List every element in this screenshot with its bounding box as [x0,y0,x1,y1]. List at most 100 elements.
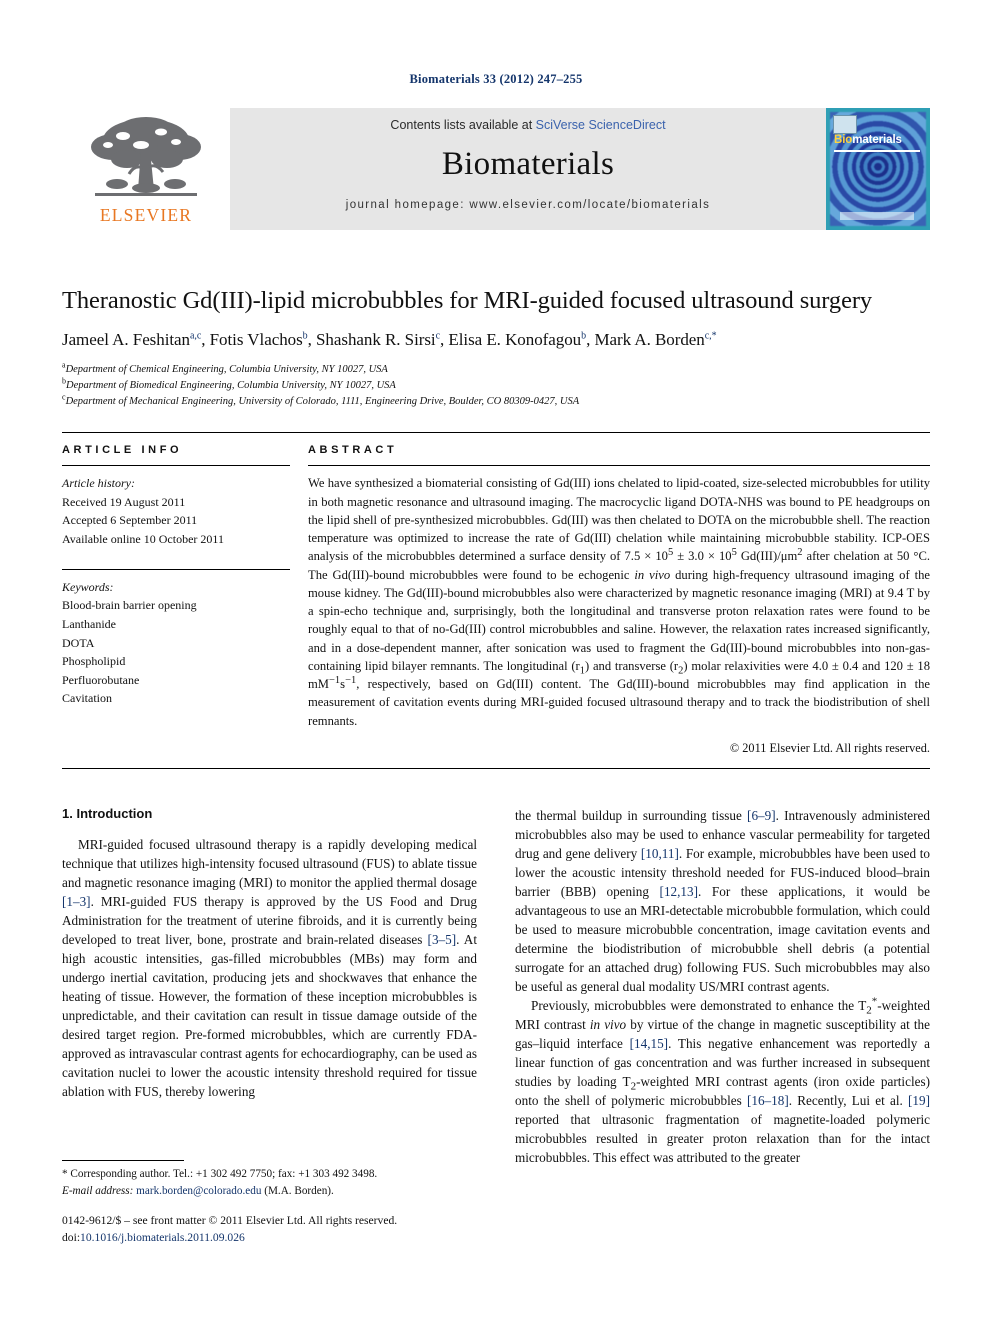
abstract-sup: −1 [345,674,357,686]
elsevier-tree-icon [91,117,201,196]
keywords-rule [62,568,290,570]
author-name: Jameel A. Feshitan [62,329,190,349]
issn-line: 0142-9612/$ – see front matter © 2011 El… [62,1214,398,1227]
paragraph: MRI-guided focused ultrasound therapy is… [62,835,477,1101]
author-affil-mark: b [581,330,587,342]
para-seg: . MRI-guided FUS therapy is approved by … [62,894,477,947]
history-item: Accepted 6 September 2011 [62,513,198,528]
contents-prefix: Contents lists available at [390,118,536,132]
footnote-rule [62,1160,184,1161]
email-label: E-mail address: [62,1184,134,1197]
abstract-seg: ± 3.0 × 10 [673,549,732,564]
doi-line: doi:10.1016/j.biomaterials.2011.09.026 [62,1229,522,1246]
cover-title-materials: materials [852,134,902,146]
article-history-label: Article history: [62,476,135,491]
citation-link[interactable]: [14,15] [630,1036,668,1051]
citation-link[interactable]: [16–18] [747,1093,789,1108]
abstract-italic: in vivo [634,567,671,582]
citation-link[interactable]: [12,13] [660,884,698,899]
article-info-column: ARTICLE INFO Article history: Received 1… [62,444,308,756]
history-item: Received 19 August 2011 [62,494,186,509]
email-suffix: (M.A. Borden). [264,1184,334,1197]
para-seg: . Recently, Lui et al. [788,1093,909,1108]
info-abstract-top-rule [62,432,930,434]
author-affil-mark: a,c [190,330,202,342]
author-affil-mark: b [302,330,308,342]
info-abstract-block: ARTICLE INFO Article history: Received 1… [62,432,930,769]
para-seg: the thermal buildup in surrounding tissu… [515,808,748,823]
article-info-rule [62,465,290,467]
author-name: Elisa E. Konofagou [448,329,582,349]
imprint-block: 0142-9612/$ – see front matter © 2011 El… [62,1212,522,1247]
email-link[interactable]: mark.borden@colorado.edu [136,1185,261,1197]
citation-link[interactable]: [19] [908,1093,930,1108]
author-list: Jameel A. Feshitana,c, Fotis Vlachosb, S… [62,329,717,349]
abstract-text: We have synthesized a biomaterial consis… [308,474,930,730]
affiliation-text: Department of Biomedical Engineering, Co… [66,379,396,391]
abstract-rule [308,465,930,467]
affiliation-list: aDepartment of Chemical Engineering, Col… [62,361,930,410]
elsevier-wordmark: ELSEVIER [99,205,193,225]
affiliation-item: cDepartment of Mechanical Engineering, U… [62,393,930,410]
journal-masthead: ELSEVIER Contents lists available at Sci… [62,108,930,230]
footnote-block: * Corresponding author. Tel.: +1 302 492… [62,1160,477,1200]
para-italic: in vivo [589,1017,627,1032]
contents-line: Contents lists available at SciVerse Sci… [390,118,665,132]
abstract-seg: Gd(III)/μm [736,549,798,564]
citation-link[interactable]: [6–9] [747,808,776,823]
masthead-center: Contents lists available at SciVerse Sci… [230,108,826,230]
journal-homepage-link[interactable]: journal homepage: www.elsevier.com/locat… [346,199,711,211]
elsevier-logo: ELSEVIER [62,108,230,230]
citation-link[interactable]: [10,11] [641,846,679,861]
para-seg: . At high acoustic intensities, gas-fill… [62,932,477,1099]
body-right-column: the thermal buildup in surrounding tissu… [515,806,930,1167]
cover-title: Biomaterials [834,134,902,146]
affiliation-text: Department of Mechanical Engineering, Un… [65,395,580,407]
journal-title: Biomaterials [441,146,615,182]
keyword-item: DOTA [62,635,95,650]
body-left-column: 1. Introduction MRI-guided focused ultra… [62,806,477,1167]
para-seg: . For these applications, it would be ad… [515,884,930,994]
author-affil-mark: c,* [704,330,717,342]
paragraph: Previously, microbubbles were demonstrat… [515,996,930,1167]
keyword-list: Keywords: Blood-brain barrier opening La… [62,578,290,708]
keyword-item: Blood-brain barrier opening [62,598,197,613]
author-name: Shashank R. Sirsi [316,329,436,349]
cover-title-bio: Bio [834,134,853,146]
abstract-column: ABSTRACT We have synthesized a biomateri… [308,444,930,756]
cover-footer-band [840,212,914,220]
paper-page: Biomaterials 33 (2012) 247–255 ELSEVIER … [0,0,992,1323]
author-name: Mark A. Borden [594,329,705,349]
running-head: Biomaterials 33 (2012) 247–255 [409,72,583,86]
author-name: Fotis Vlachos [209,329,303,349]
keyword-item: Cavitation [62,691,112,706]
sciencedirect-link[interactable]: SciVerse ScienceDirect [536,118,666,132]
abstract-seg: ) and transverse (r [584,658,679,673]
keyword-item: Phospholipid [62,654,126,669]
affiliation-item: aDepartment of Chemical Engineering, Col… [62,361,930,378]
affiliation-text: Department of Chemical Engineering, Colu… [65,363,388,375]
author-affil-mark: c [435,330,440,342]
body-columns: 1. Introduction MRI-guided focused ultra… [62,806,930,1167]
article-info-heading: ARTICLE INFO [62,444,183,457]
doi-link[interactable]: 10.1016/j.biomaterials.2011.09.026 [80,1231,245,1244]
corresponding-author-note: * Corresponding author. Tel.: +1 302 492… [62,1168,378,1180]
page-title: Theranostic Gd(III)-lipid microbubbles f… [62,287,873,314]
paragraph: the thermal buildup in surrounding tissu… [515,806,930,996]
citation-link[interactable]: [1–3] [62,894,91,909]
keyword-item: Perfluorobutane [62,672,140,687]
keyword-item: Lanthanide [62,616,116,631]
cover-rule [834,150,920,152]
citation-link[interactable]: [3–5] [428,932,457,947]
affiliation-item: bDepartment of Biomedical Engineering, C… [62,377,930,394]
para-seg: Previously, microbubbles were demonstrat… [531,998,867,1013]
abstract-seg: during high-frequency ultrasound imaging… [308,567,931,673]
abstract-seg: , respectively, based on Gd(III) content… [308,677,930,728]
article-history: Article history: Received 19 August 2011… [62,474,290,548]
title-block: Theranostic Gd(III)-lipid microbubbles f… [62,287,930,410]
info-abstract-bottom-rule [62,767,930,769]
cover-publisher-badge [833,115,857,134]
keywords-label: Keywords: [62,579,114,594]
abstract-heading: ABSTRACT [308,444,398,457]
